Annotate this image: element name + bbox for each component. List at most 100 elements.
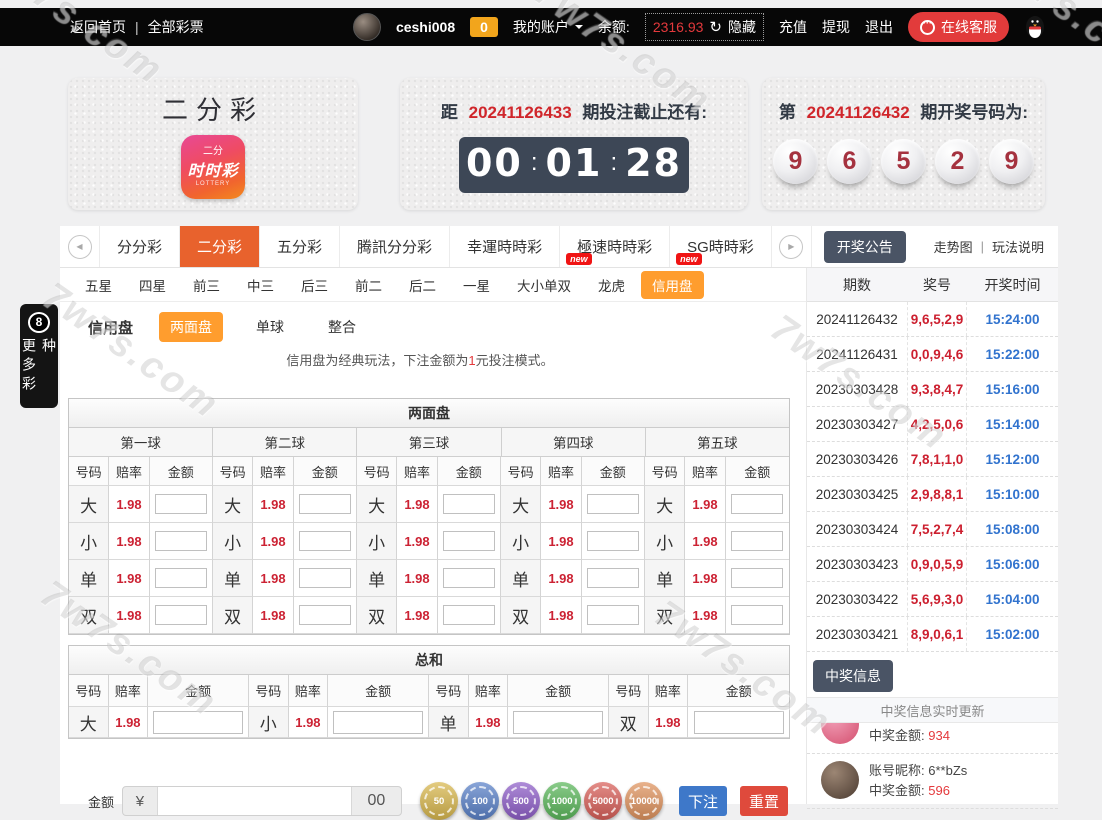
chip-5000[interactable]: 5000 [584, 782, 622, 820]
subnav-item-四星[interactable]: 四星 [128, 271, 177, 299]
bet-amount-input[interactable] [299, 494, 351, 514]
option-label[interactable]: 单 [213, 560, 253, 597]
bet-amount-input[interactable] [731, 568, 783, 588]
rules-link[interactable]: 玩法说明 [992, 237, 1044, 256]
subnav-item-前三[interactable]: 前三 [182, 271, 231, 299]
subnav-item-大小单双[interactable]: 大小单双 [506, 271, 582, 299]
scroll-left-icon[interactable]: ◀ [68, 235, 92, 259]
bet-amount-input[interactable] [155, 568, 207, 588]
hide-balance-button[interactable]: 隐藏 [728, 17, 756, 37]
subnav-item-前二[interactable]: 前二 [344, 271, 393, 299]
option-label[interactable]: 单 [357, 560, 397, 597]
option-label[interactable]: 双 [645, 597, 685, 634]
option-label[interactable]: 大 [213, 486, 253, 523]
bet-amount-input[interactable] [443, 494, 495, 514]
subnav-item-五星[interactable]: 五星 [74, 271, 123, 299]
bet-amount-input[interactable] [155, 531, 207, 551]
option-label[interactable]: 单 [69, 560, 109, 597]
bet-amount-input[interactable] [694, 711, 784, 734]
account-menu[interactable]: 我的账户 [513, 17, 583, 37]
tab-分分彩[interactable]: 分分彩 [100, 226, 180, 267]
subnav-item-信用盘[interactable]: 信用盘 [641, 271, 704, 299]
bet-amount-input[interactable] [587, 605, 639, 625]
bet-amount-input[interactable] [731, 531, 783, 551]
bet-amount-input[interactable] [731, 494, 783, 514]
bet-cell-group: 单1.98 [645, 560, 789, 597]
chip-50[interactable]: 50 [420, 782, 458, 820]
option-label[interactable]: 小 [357, 523, 397, 560]
winning-info-button[interactable]: 中奖信息 [813, 660, 893, 692]
bet-amount-input[interactable] [443, 531, 495, 551]
bet-amount-input[interactable] [155, 494, 207, 514]
refresh-icon[interactable]: ↻ [709, 20, 722, 35]
option-label[interactable]: 小 [501, 523, 541, 560]
online-service-button[interactable]: 在线客服 [908, 12, 1009, 42]
option-label[interactable]: 双 [69, 597, 109, 634]
option-label[interactable]: 小 [213, 523, 253, 560]
mode-整合[interactable]: 整合 [317, 312, 367, 342]
option-label[interactable]: 双 [213, 597, 253, 634]
bet-amount-input[interactable] [299, 605, 351, 625]
mode-两面盘[interactable]: 两面盘 [159, 312, 223, 342]
play-description: 信用盘为经典玩法，下注金额为1元投注模式。 [60, 350, 780, 369]
logout-link[interactable]: 退出 [865, 17, 893, 37]
bet-amount-input[interactable] [731, 605, 783, 625]
chip-500[interactable]: 500 [502, 782, 540, 820]
option-label[interactable]: 大 [645, 486, 685, 523]
option-label[interactable]: 单 [645, 560, 685, 597]
scroll-right-icon[interactable]: ▶ [779, 235, 803, 259]
trend-chart-link[interactable]: 走势图 [934, 237, 973, 256]
bet-amount-input[interactable] [153, 711, 243, 734]
submit-bet-button[interactable]: 下注 [679, 786, 727, 816]
tab-二分彩[interactable]: 二分彩 [180, 226, 260, 267]
withdraw-link[interactable]: 提现 [822, 17, 850, 37]
option-label[interactable]: 双 [357, 597, 397, 634]
option-label[interactable]: 单 [501, 560, 541, 597]
bet-amount-input[interactable] [299, 531, 351, 551]
chip-10000[interactable]: 10000 [625, 782, 663, 820]
bet-amount-input[interactable] [299, 568, 351, 588]
home-link[interactable]: 返回首页 [70, 17, 126, 37]
option-label[interactable]: 小 [69, 523, 109, 560]
tab-腾訊分分彩[interactable]: 腾訊分分彩 [340, 226, 450, 267]
bet-amount-input[interactable] [587, 494, 639, 514]
option-label[interactable]: 双 [501, 597, 541, 634]
bet-amount-input[interactable] [443, 568, 495, 588]
more-lotteries-tab[interactable]: 8 更多彩种 [20, 304, 58, 408]
tab-五分彩[interactable]: 五分彩 [260, 226, 340, 267]
option-label[interactable]: 单 [429, 707, 469, 738]
tab-幸運時時彩[interactable]: 幸運時時彩 [450, 226, 560, 267]
bet-amount-input[interactable] [333, 711, 423, 734]
reset-button[interactable]: 重置 [740, 786, 788, 816]
option-label[interactable]: 小 [249, 707, 289, 738]
announce-button[interactable]: 开奖公告 [824, 231, 906, 263]
subnav-item-后二[interactable]: 后二 [398, 271, 447, 299]
bet-amount-input[interactable] [513, 711, 603, 734]
chip-1000[interactable]: 1000 [543, 782, 581, 820]
subnav-item-中三[interactable]: 中三 [236, 271, 285, 299]
message-count-badge[interactable]: 0 [470, 17, 498, 37]
option-label[interactable]: 大 [501, 486, 541, 523]
subnav-item-龙虎[interactable]: 龙虎 [587, 271, 636, 299]
subnav-item-一星[interactable]: 一星 [452, 271, 501, 299]
option-label[interactable]: 双 [609, 707, 649, 738]
bet-amount-input[interactable] [155, 605, 207, 625]
chip-100[interactable]: 100 [461, 782, 499, 820]
option-label[interactable]: 大 [357, 486, 397, 523]
bet-amount-input[interactable] [587, 531, 639, 551]
recharge-link[interactable]: 充值 [779, 17, 807, 37]
play-modes: 两面盘单球整合 [159, 312, 367, 342]
option-label[interactable]: 大 [69, 486, 109, 523]
option-label[interactable]: 大 [69, 707, 109, 738]
user-avatar[interactable] [353, 13, 381, 41]
option-label[interactable]: 小 [645, 523, 685, 560]
bet-amount-input[interactable] [587, 568, 639, 588]
tab-SG時時彩[interactable]: SG時時彩new [670, 226, 772, 267]
total-amount-input[interactable] [158, 787, 351, 815]
tab-極速時時彩[interactable]: 極速時時彩new [560, 226, 670, 267]
qq-icon[interactable] [1024, 14, 1046, 40]
subnav-item-后三[interactable]: 后三 [290, 271, 339, 299]
all-lottery-link[interactable]: 全部彩票 [148, 17, 204, 37]
bet-amount-input[interactable] [443, 605, 495, 625]
mode-单球[interactable]: 单球 [245, 312, 295, 342]
